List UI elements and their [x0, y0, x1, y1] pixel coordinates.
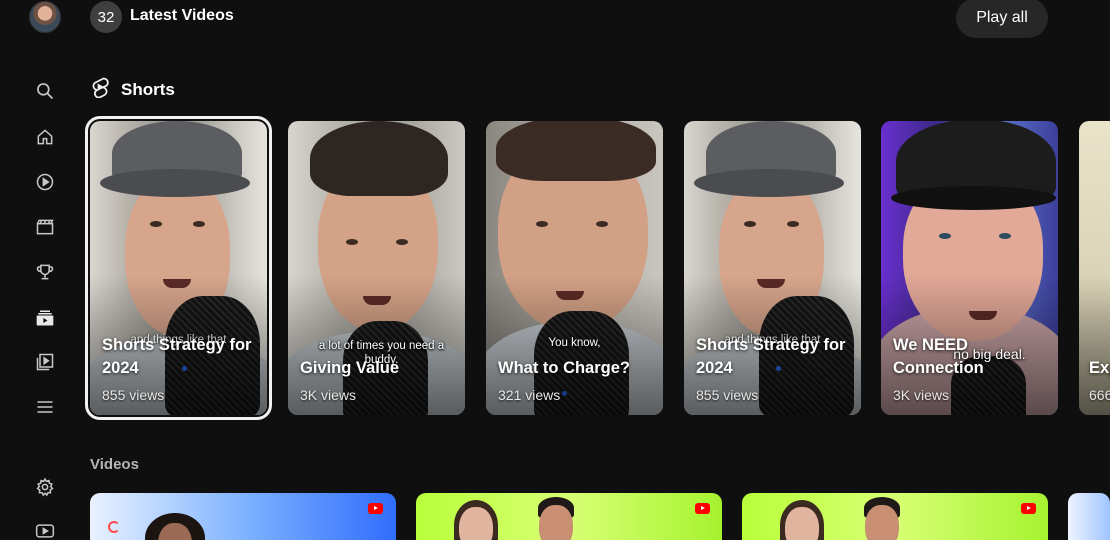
youtube-badge-icon — [695, 503, 710, 514]
short-views: 3K views — [893, 387, 950, 403]
shorts-section-header: Shorts — [90, 76, 175, 103]
sidebar — [0, 0, 90, 540]
short-title: Shorts Strategy for 2024 — [102, 336, 252, 377]
short-title: Giving Value — [300, 359, 400, 377]
video-card[interactable] — [416, 493, 722, 540]
youtube-icon[interactable] — [33, 519, 57, 540]
clapperboard-icon[interactable] — [33, 215, 57, 239]
short-caption: You know, — [548, 337, 601, 349]
short-views: 855 views — [102, 387, 165, 403]
page-title: Latest Videos — [130, 7, 234, 24]
short-views: 855 views — [696, 387, 759, 403]
subscriptions-icon[interactable] — [33, 306, 57, 330]
video-card[interactable] — [742, 493, 1048, 540]
short-card[interactable]: no big deal. We NEED Connection 3K views — [881, 121, 1058, 415]
shorts-heading: Shorts — [121, 79, 175, 99]
play-all-button[interactable]: Play all — [956, 0, 1048, 38]
youtube-badge-icon — [1021, 503, 1036, 514]
short-title: Exp Vie — [1089, 359, 1110, 377]
shorts-icon — [90, 76, 110, 103]
play-circle-icon[interactable] — [33, 170, 57, 194]
short-title: Shorts Strategy for 2024 — [696, 336, 846, 377]
short-title: What to Charge? — [498, 359, 630, 377]
short-card[interactable]: You know, What to Charge? 321 views — [486, 121, 663, 415]
video-card[interactable] — [1068, 493, 1110, 540]
avatar[interactable] — [29, 1, 61, 33]
short-card[interactable]: a lot of times you need a buddy. Giving … — [288, 121, 465, 415]
video-count-badge: 32 — [90, 1, 122, 33]
video-card[interactable] — [90, 493, 396, 540]
short-card[interactable]: Exp Vie 666 — [1079, 121, 1110, 415]
short-views: 666 — [1089, 387, 1110, 403]
trophy-icon[interactable] — [33, 260, 57, 284]
video-library-icon[interactable] — [33, 350, 57, 374]
short-card[interactable]: and things like that Shorts Strategy for… — [85, 116, 272, 420]
videos-heading: Videos — [90, 456, 139, 473]
menu-icon[interactable] — [33, 395, 57, 419]
short-views: 3K views — [300, 387, 357, 403]
settings-icon[interactable] — [33, 475, 57, 499]
home-icon[interactable] — [33, 125, 57, 149]
short-views: 321 views — [498, 387, 561, 403]
short-card[interactable]: and things like that Shorts Strategy for… — [684, 121, 861, 415]
youtube-badge-icon — [368, 503, 383, 514]
search-icon[interactable] — [33, 79, 57, 103]
short-title: We NEED Connection — [893, 336, 984, 377]
